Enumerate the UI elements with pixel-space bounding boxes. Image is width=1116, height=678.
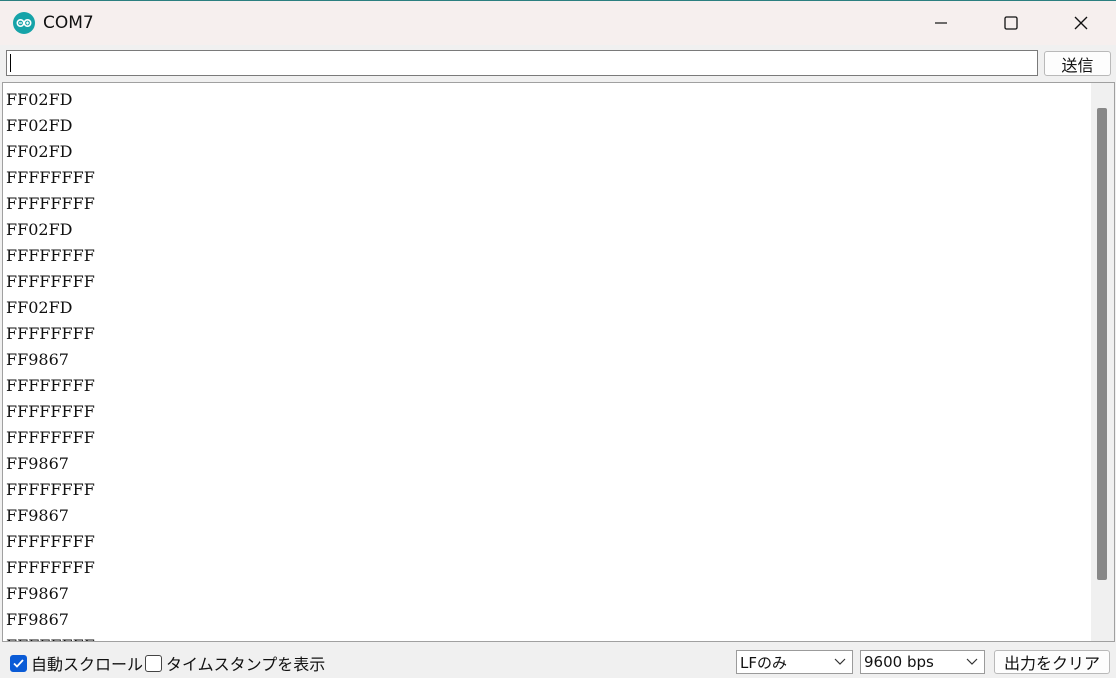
output-line: FFFFFFFF bbox=[6, 194, 95, 213]
output-line: FFFFFFFF bbox=[6, 376, 95, 395]
minimize-icon bbox=[935, 22, 947, 24]
output-line: FF9867 bbox=[6, 584, 69, 603]
output-line: FFFFFFFF bbox=[6, 480, 95, 499]
maximize-button[interactable] bbox=[976, 1, 1046, 45]
output-line: FF02FD bbox=[6, 142, 73, 161]
output-line: FFFFFFFF bbox=[6, 272, 95, 291]
close-icon bbox=[1074, 16, 1088, 30]
timestamp-toggle[interactable]: タイムスタンプを表示 bbox=[145, 651, 325, 675]
checkmark-icon bbox=[13, 658, 24, 668]
autoscroll-checkbox[interactable] bbox=[10, 654, 27, 672]
output-line: FF9867 bbox=[6, 350, 69, 369]
serial-monitor-window: COM7 送信 FF02FD FF02FD FF02FD FFFFFFFF FFFFFF… bbox=[0, 0, 1116, 678]
serial-output[interactable]: FF02FD FF02FD FF02FD FFFFFFFF FFFFFFFF FF02FD… bbox=[2, 82, 1115, 642]
baud-rate-value: 9600 bps bbox=[864, 653, 934, 671]
minimize-button[interactable] bbox=[906, 1, 976, 45]
chevron-down-icon bbox=[966, 658, 978, 665]
line-ending-select[interactable]: LFのみ bbox=[736, 650, 853, 674]
output-line: FF02FD bbox=[6, 298, 73, 317]
send-input[interactable] bbox=[6, 50, 1038, 76]
text-caret bbox=[10, 54, 11, 72]
autoscroll-label: 自動スクロール bbox=[31, 655, 144, 674]
baud-rate-select[interactable]: 9600 bps bbox=[860, 650, 985, 674]
title-bar[interactable]: COM7 bbox=[0, 1, 1116, 45]
autoscroll-toggle[interactable]: 自動スクロール bbox=[10, 651, 143, 675]
output-line: FF9867 bbox=[6, 610, 69, 629]
bottom-bar: 自動スクロール タイムスタンプを表示 LFのみ 9600 bps 出力をクリア bbox=[0, 643, 1116, 678]
output-line: FF02FD bbox=[6, 90, 73, 109]
output-line: FFFFFFFF bbox=[6, 324, 95, 343]
arduino-icon bbox=[13, 12, 35, 34]
vertical-scrollbar[interactable] bbox=[1091, 83, 1114, 641]
output-line: FF02FD bbox=[6, 220, 73, 239]
output-line: FFFFFFFF bbox=[6, 168, 95, 187]
window-title: COM7 bbox=[43, 13, 94, 33]
send-button[interactable]: 送信 bbox=[1044, 51, 1111, 76]
output-line: FFFFFFFF bbox=[6, 402, 95, 421]
maximize-icon bbox=[1004, 16, 1018, 30]
output-line: FFFFFFFF bbox=[6, 558, 95, 577]
chevron-down-icon bbox=[834, 658, 846, 665]
timestamp-label: タイムスタンプを表示 bbox=[166, 655, 326, 674]
output-line: FF9867 bbox=[6, 454, 69, 473]
output-line: FFFFFFFF bbox=[6, 633, 95, 641]
output-line: FF02FD bbox=[6, 116, 73, 135]
output-line: FFFFFFFF bbox=[6, 428, 95, 447]
line-ending-value: LFのみ bbox=[740, 653, 787, 672]
close-button[interactable] bbox=[1046, 1, 1116, 45]
output-line: FFFFFFFF bbox=[6, 246, 95, 265]
send-row: 送信 bbox=[0, 45, 1116, 81]
scrollbar-thumb[interactable] bbox=[1097, 108, 1107, 580]
timestamp-checkbox[interactable] bbox=[145, 654, 162, 672]
clear-output-button[interactable]: 出力をクリア bbox=[994, 650, 1110, 674]
output-line: FF9867 bbox=[6, 506, 69, 525]
output-lines: FF02FD FF02FD FF02FD FFFFFFFF FFFFFFFF FF02FD… bbox=[6, 87, 95, 641]
output-line: FFFFFFFF bbox=[6, 532, 95, 551]
